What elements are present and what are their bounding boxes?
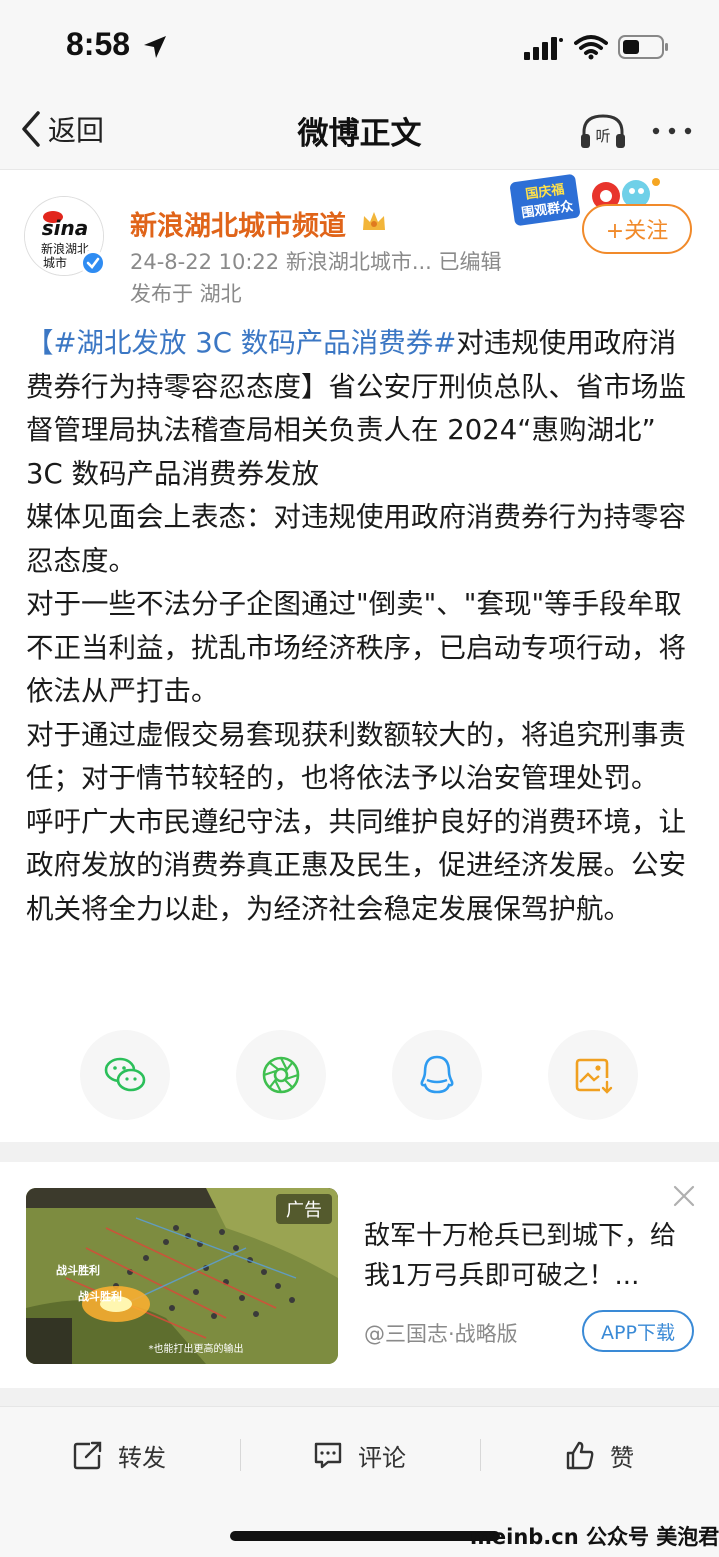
status-time: 8:58	[66, 26, 131, 62]
svg-text:战斗胜利: 战斗胜利	[56, 1263, 100, 1277]
save-image-icon	[575, 1058, 613, 1094]
more-options-icon[interactable]	[648, 116, 696, 146]
repost-icon	[73, 1441, 102, 1470]
action-divider	[240, 1439, 241, 1471]
svg-text:战斗胜利: 战斗胜利	[78, 1289, 122, 1303]
repost-button[interactable]: 转发	[72, 1435, 166, 1475]
ad-card[interactable]: 战斗胜利 战斗胜利 *也能打出更高的输出 广告 敌军十万枪兵已到城下，给我1万弓…	[0, 1162, 719, 1388]
location-arrow-icon	[144, 36, 166, 58]
close-icon[interactable]	[670, 1182, 698, 1210]
post-paragraph-2: 媒体见面会上表态：对违规使用政府消费券行为持零容忍态度。	[26, 501, 686, 577]
moments-icon	[262, 1056, 300, 1094]
svg-text:新浪湖北: 新浪湖北	[41, 241, 89, 256]
action-divider	[480, 1439, 481, 1471]
status-bar: 8:58	[0, 0, 719, 92]
watermark-text: meinb.cn 公众号 美泡君	[470, 1525, 719, 1549]
svg-text:sina: sina	[42, 216, 89, 240]
post-paragraph-4: 对于通过虚假交易套现获利数额较大的，将追究刑事责任；对于情节较轻的，也将依法予以…	[26, 718, 686, 795]
wechat-icon	[104, 1057, 146, 1092]
nav-bar: 返回 微博正文 听	[0, 92, 719, 170]
author-header: sina 新浪湖北 城市 新浪湖北城市频道 24-8-22 10:22 新浪湖北…	[0, 170, 719, 312]
comment-icon	[314, 1442, 342, 1469]
share-moments-button[interactable]	[236, 1030, 326, 1120]
action-bar: 转发 评论 赞 meinb.cn 公众号 美泡君	[0, 1406, 719, 1557]
follow-button[interactable]: +关注	[582, 204, 692, 254]
crown-member-icon	[363, 212, 385, 230]
svg-text:城市: 城市	[43, 255, 67, 270]
share-row	[0, 1030, 719, 1122]
comment-button[interactable]: 评论	[312, 1435, 406, 1475]
hashtag-link[interactable]: 【#湖北发放 3C 数码产品消费券#	[26, 327, 456, 359]
repost-label: 转发	[118, 1443, 166, 1472]
wifi-icon	[574, 35, 608, 60]
ad-headline[interactable]: 敌军十万枪兵已到城下，给我1万弓兵即可破之！...	[364, 1216, 694, 1296]
svg-text:听: 听	[595, 127, 610, 145]
qq-icon	[420, 1055, 454, 1094]
ad-image[interactable]: 战斗胜利 战斗胜利 *也能打出更高的输出 广告	[26, 1188, 338, 1364]
share-qq-button[interactable]	[392, 1030, 482, 1120]
svg-text:*也能打出更高的输出: *也能打出更高的输出	[149, 1342, 244, 1355]
thumbs-up-icon	[566, 1441, 594, 1470]
comment-label: 评论	[358, 1443, 406, 1472]
post-body: 【#湖北发放 3C 数码产品消费券#对违规使用政府消费券行为持零容忍态度】省公安…	[26, 322, 698, 931]
post-paragraph-1: 【#湖北发放 3C 数码产品消费券#对违规使用政府消费券行为持零容忍态度】省公安…	[26, 322, 698, 496]
save-image-button[interactable]	[548, 1030, 638, 1120]
battery-icon	[618, 35, 668, 59]
ad-tag: 广告	[276, 1194, 332, 1224]
post-paragraph-3: 对于一些不法分子企图通过"倒卖"、"套现"等手段牟取不正当利益，扰乱市场经济秩序…	[26, 588, 686, 707]
home-indicator[interactable]	[230, 1531, 500, 1541]
post-paragraph-5: 呼吁广大市民遵纪守法，共同维护良好的消费环境，让政府发放的消费券真正惠及民生，促…	[26, 805, 686, 925]
section-divider	[0, 1142, 719, 1162]
section-divider	[0, 1388, 719, 1406]
listen-headphones-icon[interactable]: 听	[578, 110, 628, 152]
verified-badge-icon	[80, 250, 106, 276]
like-label: 赞	[610, 1443, 634, 1472]
post-location: 发布于 湖北	[130, 282, 242, 306]
ad-source: @三国志·战略版	[364, 1322, 518, 1346]
author-name[interactable]: 新浪湖北城市频道	[130, 204, 346, 243]
share-wechat-button[interactable]	[80, 1030, 170, 1120]
app-download-button[interactable]: APP下载	[582, 1310, 694, 1352]
post-meta: 24-8-22 10:22 新浪湖北城市... 已编辑	[130, 250, 502, 274]
like-button[interactable]: 赞	[564, 1435, 634, 1475]
cellular-signal-icon	[524, 37, 563, 60]
